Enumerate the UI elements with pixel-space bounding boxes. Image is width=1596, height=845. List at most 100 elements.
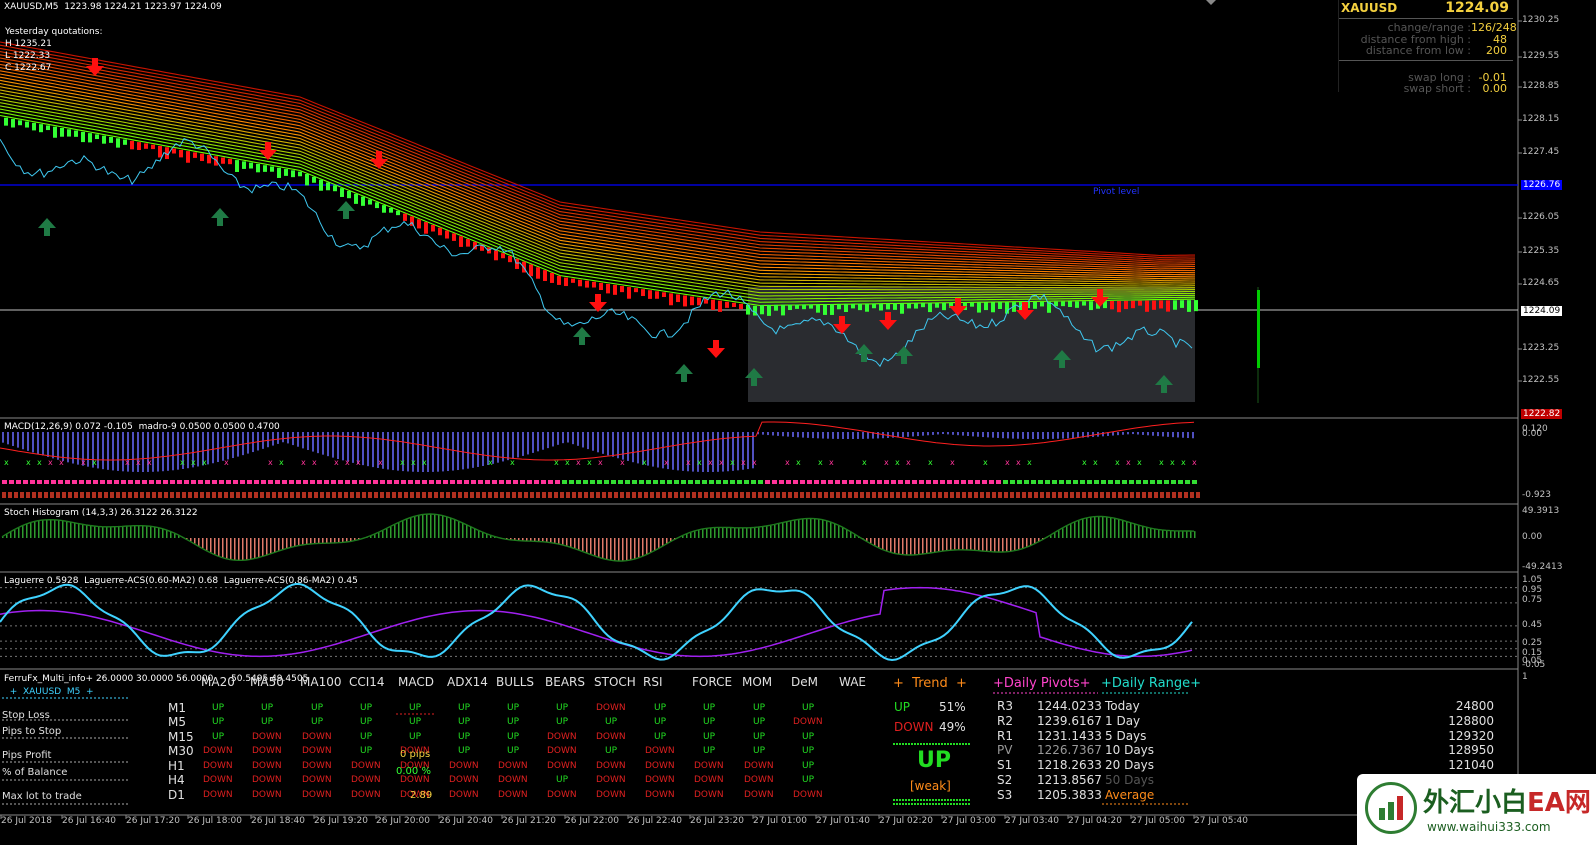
macd-row-marker: [350, 492, 354, 498]
stoch-bar: [842, 526, 844, 538]
stoch-bar: [434, 514, 436, 538]
macd-x-marker: x: [422, 458, 427, 467]
macd-bar: [692, 432, 694, 472]
stoch-bar: [706, 528, 708, 538]
macd-row-marker: [794, 492, 798, 498]
macd-row-marker: [230, 492, 234, 498]
price-bar: [914, 303, 918, 309]
macd-row-marker: [86, 492, 90, 498]
stoch-bar: [566, 538, 568, 546]
macd-bar: [1192, 432, 1194, 439]
macd-bar: [462, 432, 464, 470]
info-row-value: 200: [1486, 44, 1507, 57]
signal-cell: UP: [507, 703, 520, 713]
price-bar: [144, 143, 148, 149]
price-bar: [872, 303, 876, 309]
macd-x-marker: x: [664, 458, 669, 467]
macd-x-marker: x: [411, 458, 416, 467]
stoch-bar: [318, 538, 320, 544]
macd-dot: [338, 480, 343, 484]
stoch-bar: [446, 516, 448, 538]
macd-dot: [471, 480, 476, 484]
macd-dot: [800, 480, 805, 484]
stoch-bar: [690, 532, 692, 538]
stoch-bar: [58, 520, 60, 538]
stoch-bar: [746, 527, 748, 538]
macd-row-marker: [128, 492, 132, 498]
last-price-tag: 1224.09: [1521, 306, 1563, 316]
macd-dot: [1122, 480, 1127, 484]
macd-dot: [583, 480, 588, 484]
price-bar: [179, 149, 183, 158]
macd-row-marker: [686, 492, 690, 498]
stoch-bar: [874, 538, 876, 546]
stoch-bar: [774, 524, 776, 538]
signal-cell: UP: [802, 775, 815, 785]
stoch-bar: [90, 525, 92, 538]
macd-row-marker: [1058, 492, 1062, 498]
signal-cell: DOWN: [498, 761, 528, 771]
stoch-bar: [234, 538, 236, 561]
column-header-wae: WAE: [839, 675, 866, 689]
max-lot-value: 2.89: [410, 790, 433, 801]
macd-bar: [122, 432, 124, 472]
macd-bar: [867, 432, 869, 439]
range-value: 128950: [1448, 743, 1494, 758]
macd-row-marker: [80, 492, 84, 498]
price-bar: [452, 233, 456, 241]
signal-cell: DOWN: [596, 790, 626, 800]
macd-row-marker: [590, 492, 594, 498]
price-bar: [1117, 300, 1121, 313]
range-name: 5 Days: [1105, 728, 1147, 743]
macd-bar: [52, 432, 54, 459]
macd-bar: [602, 432, 604, 454]
price-bar: [284, 169, 288, 176]
signal-cell: DOWN: [302, 775, 332, 785]
macd-dot: [128, 480, 133, 484]
price-bar: [795, 304, 799, 309]
macd-dot: [786, 480, 791, 484]
price-bar: [130, 140, 134, 150]
macd-dot: [898, 480, 903, 484]
stoch-bar: [126, 526, 128, 538]
signal-cell: UP: [654, 717, 667, 727]
macd-row-marker: [386, 492, 390, 498]
macd-row-marker: [866, 492, 870, 498]
stoch-bar: [882, 538, 884, 550]
macd-bar: [452, 432, 454, 471]
macd-row-marker: [842, 492, 846, 498]
macd-bar: [1007, 432, 1009, 439]
stoch-bar: [610, 538, 612, 561]
stoch-bar: [986, 538, 988, 552]
left-label: % of Balance: [2, 767, 68, 778]
macd-bar: [32, 432, 34, 453]
macd-dot: [604, 480, 609, 484]
time-label: 26 Jul 22:00: [565, 816, 619, 826]
price-bar: [256, 163, 260, 173]
macd-x-marker: x: [26, 458, 31, 467]
stoch-bar: [298, 538, 300, 546]
stoch-bar: [714, 527, 716, 538]
column-header-mom: MOM: [742, 675, 773, 689]
info-panel: XAUUSD 1224.09 change/range :126/248 dist…: [1338, 0, 1517, 95]
macd-bar: [797, 432, 799, 438]
stoch-bar: [1182, 530, 1184, 538]
macd-bar: [107, 432, 109, 470]
stoch-bar: [766, 526, 768, 538]
macd-row-marker: [674, 492, 678, 498]
macd-row-marker: [260, 492, 264, 498]
stoch-bar: [634, 538, 636, 560]
stoch-bar: [194, 538, 196, 544]
time-label: 27 Jul 03:00: [942, 816, 996, 826]
macd-x-marker: x: [598, 458, 603, 467]
macd-dot: [765, 480, 770, 484]
stoch-bar: [1190, 531, 1192, 538]
macd-dot: [44, 480, 49, 484]
macd-bar: [767, 432, 769, 436]
stoch-bar: [94, 526, 96, 538]
stoch-bar: [1062, 528, 1064, 538]
macd-row-marker: [26, 492, 30, 498]
macd-row-marker: [896, 492, 900, 498]
column-header-cci14: CCI14: [349, 675, 385, 689]
stoch-bar: [458, 520, 460, 538]
